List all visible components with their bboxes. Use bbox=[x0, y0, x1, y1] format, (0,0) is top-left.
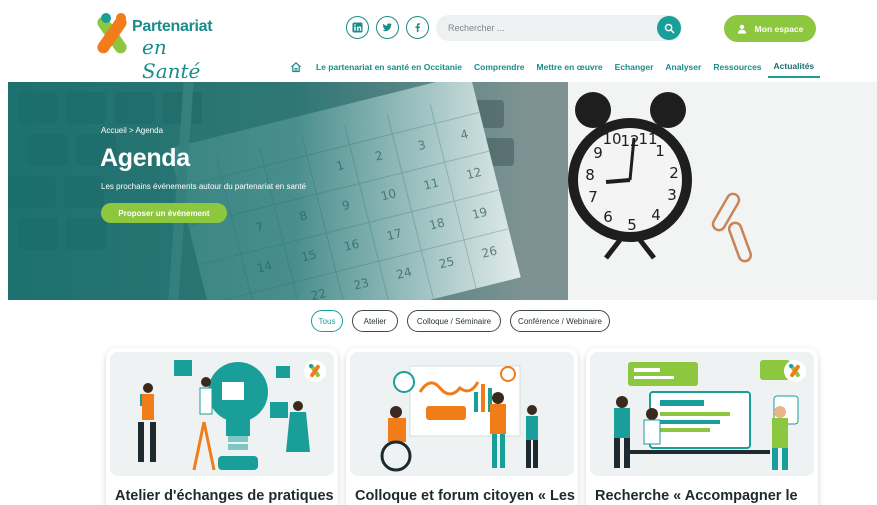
card-title[interactable]: Recherche « Accompagner le bbox=[595, 488, 815, 504]
event-card[interactable]: Atelier d'échanges de pratiques bbox=[106, 348, 338, 505]
main-nav: Le partenariat en santé en Occitanie Com… bbox=[290, 56, 821, 78]
search-input[interactable] bbox=[448, 15, 648, 41]
svg-text:6: 6 bbox=[603, 208, 613, 226]
site-header: Partenariat en Santé Rechercher ... Mon … bbox=[0, 0, 877, 83]
event-filters: Tous Atelier Colloque / Séminaire Confér… bbox=[0, 310, 877, 334]
filter-colloque-seminaire[interactable]: Colloque / Séminaire bbox=[407, 310, 501, 332]
card-image bbox=[350, 352, 574, 476]
propose-event-button[interactable]: Proposer un événement bbox=[101, 203, 227, 223]
nav-home[interactable] bbox=[290, 56, 310, 78]
svg-text:9: 9 bbox=[593, 144, 603, 162]
nav-actualites[interactable]: Actualités bbox=[767, 56, 821, 78]
hero-banner: 123 478 91011 121415 161718 192122 23242… bbox=[8, 82, 877, 300]
logo-text-en-sante: en Santé bbox=[142, 35, 201, 83]
logo-badge bbox=[784, 360, 806, 382]
svg-text:7: 7 bbox=[588, 188, 598, 206]
page-subtitle: Les prochains événements autour du parte… bbox=[101, 182, 307, 191]
svg-text:8: 8 bbox=[585, 166, 595, 184]
user-icon bbox=[737, 24, 746, 34]
filter-conference-webinaire[interactable]: Conférence / Webinaire bbox=[510, 310, 610, 332]
search-icon bbox=[664, 23, 674, 33]
twitter-icon bbox=[382, 23, 393, 32]
presentation-board-illustration bbox=[350, 352, 574, 476]
breadcrumb[interactable]: Accueil > Agenda bbox=[101, 126, 163, 135]
facebook-button[interactable] bbox=[406, 16, 429, 39]
linkedin-icon bbox=[352, 22, 363, 33]
page-title: Agenda bbox=[100, 144, 190, 172]
svg-text:4: 4 bbox=[651, 206, 661, 224]
logo-text-partenariat: Partenariat bbox=[132, 18, 213, 35]
card-title[interactable]: Colloque et forum citoyen « Les bbox=[355, 488, 575, 504]
puzzle-lightbulb-illustration bbox=[110, 352, 334, 476]
svg-text:11: 11 bbox=[638, 130, 657, 148]
nav-partenariat-occitanie[interactable]: Le partenariat en santé en Occitanie bbox=[310, 56, 468, 78]
logo-badge-icon bbox=[309, 364, 320, 378]
nav-mettre-en-oeuvre[interactable]: Mettre en œuvre bbox=[531, 56, 609, 78]
card-title[interactable]: Atelier d'échanges de pratiques bbox=[115, 488, 335, 504]
search-bar bbox=[436, 15, 682, 41]
linkedin-button[interactable] bbox=[346, 16, 369, 39]
nav-analyser[interactable]: Analyser bbox=[659, 56, 707, 78]
hero-overlay bbox=[8, 82, 528, 300]
my-space-button[interactable]: Mon espace bbox=[724, 15, 816, 42]
home-icon bbox=[291, 62, 301, 73]
search-button[interactable] bbox=[657, 16, 681, 40]
event-card[interactable]: Colloque et forum citoyen « Les bbox=[346, 348, 578, 505]
nav-ressources[interactable]: Ressources bbox=[707, 56, 767, 78]
svg-text:12: 12 bbox=[620, 132, 639, 150]
svg-text:3: 3 bbox=[667, 186, 677, 204]
facebook-icon bbox=[415, 23, 420, 33]
nav-comprendre[interactable]: Comprendre bbox=[468, 56, 531, 78]
logo-badge bbox=[304, 360, 326, 382]
event-card[interactable]: Recherche « Accompagner le bbox=[586, 348, 818, 505]
svg-text:10: 10 bbox=[602, 130, 621, 148]
twitter-button[interactable] bbox=[376, 16, 399, 39]
card-image bbox=[110, 352, 334, 476]
site-logo[interactable]: Partenariat en Santé bbox=[96, 10, 226, 83]
my-space-label: Mon espace bbox=[754, 23, 804, 34]
filter-tous[interactable]: Tous bbox=[311, 310, 343, 332]
nav-echanger[interactable]: Echanger bbox=[609, 56, 660, 78]
computer-screens-illustration bbox=[590, 352, 814, 476]
svg-text:2: 2 bbox=[669, 164, 679, 182]
logo-badge-icon bbox=[789, 364, 800, 378]
card-image bbox=[590, 352, 814, 476]
filter-atelier[interactable]: Atelier bbox=[352, 310, 398, 332]
svg-text:5: 5 bbox=[627, 216, 637, 234]
